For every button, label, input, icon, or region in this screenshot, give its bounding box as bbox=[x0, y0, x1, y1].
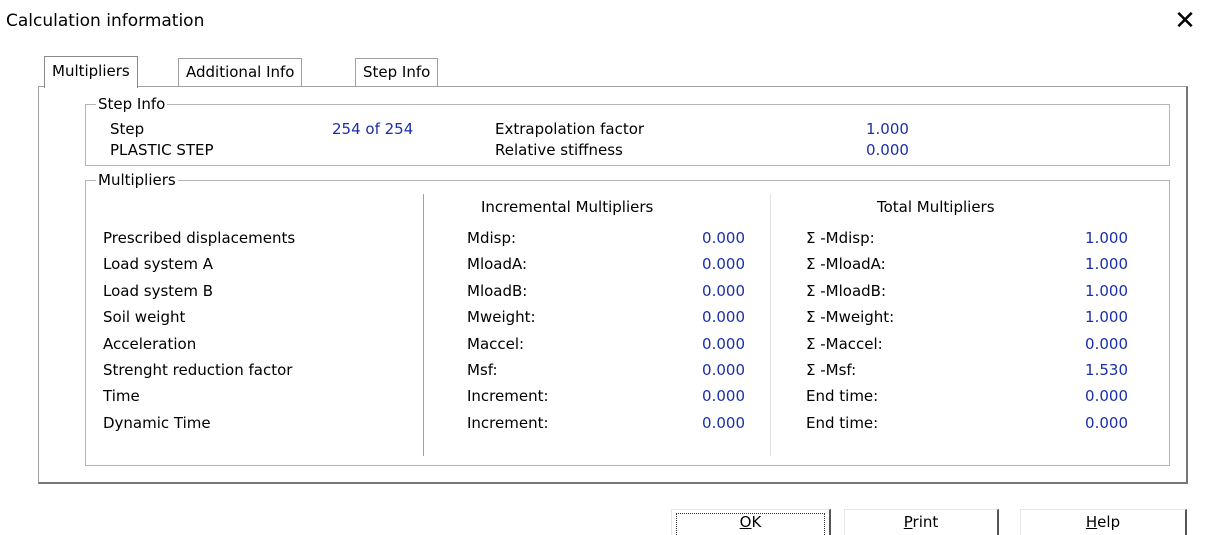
incremental-header: Incremental Multipliers bbox=[481, 198, 654, 216]
step-label: Step bbox=[110, 120, 145, 138]
step-value: 254 of 254 bbox=[332, 120, 414, 138]
total-value: 1.000 bbox=[1085, 229, 1128, 247]
incremental-name: Increment: bbox=[467, 387, 549, 405]
total-value: 0.000 bbox=[1085, 335, 1128, 353]
row-label: Acceleration bbox=[103, 335, 197, 353]
total-name: End time: bbox=[806, 387, 879, 405]
incremental-name: Mweight: bbox=[467, 308, 536, 326]
step-info-legend: Step Info bbox=[96, 95, 168, 113]
row-label: Time bbox=[103, 387, 140, 405]
incremental-name: Increment: bbox=[467, 414, 549, 432]
extrapolation-value: 1.000 bbox=[866, 120, 909, 138]
incremental-value: 0.000 bbox=[702, 361, 745, 379]
extrapolation-label: Extrapolation factor bbox=[495, 120, 645, 138]
window-title: Calculation information bbox=[6, 11, 205, 31]
help-label: elp bbox=[1097, 513, 1121, 531]
total-value: 1.000 bbox=[1085, 282, 1128, 300]
incremental-name: MloadA: bbox=[467, 255, 528, 273]
incremental-name: Mdisp: bbox=[467, 229, 517, 247]
incremental-value: 0.000 bbox=[702, 308, 745, 326]
incremental-value: 0.000 bbox=[702, 255, 745, 273]
stiffness-label: Relative stiffness bbox=[495, 141, 623, 159]
total-name: Σ -Mdisp: bbox=[806, 229, 875, 247]
row-label: Strenght reduction factor bbox=[103, 361, 293, 379]
incremental-value: 0.000 bbox=[702, 387, 745, 405]
total-value: 1.000 bbox=[1085, 255, 1128, 273]
total-value: 1.000 bbox=[1085, 308, 1128, 326]
row-label: Load system B bbox=[103, 282, 214, 300]
ok-button[interactable]: OK bbox=[671, 509, 831, 535]
incremental-value: 0.000 bbox=[702, 414, 745, 432]
total-name: End time: bbox=[806, 414, 879, 432]
row-label: Load system A bbox=[103, 255, 214, 273]
incremental-value: 0.000 bbox=[702, 282, 745, 300]
print-button[interactable]: Print bbox=[844, 509, 999, 535]
multipliers-group: Multipliers bbox=[85, 171, 1170, 466]
total-name: Σ -MloadB: bbox=[806, 282, 887, 300]
row-label: Soil weight bbox=[103, 308, 186, 326]
print-label: rint bbox=[912, 513, 939, 531]
row-label: Dynamic Time bbox=[103, 414, 211, 432]
incremental-name: Maccel: bbox=[467, 335, 525, 353]
total-name: Σ -Msf: bbox=[806, 361, 857, 379]
incremental-name: MloadB: bbox=[467, 282, 528, 300]
incremental-name: Msf: bbox=[467, 361, 498, 379]
column-divider-faint bbox=[770, 194, 771, 456]
print-mnemonic: P bbox=[903, 513, 913, 531]
total-value: 1.530 bbox=[1085, 361, 1128, 379]
incremental-value: 0.000 bbox=[702, 335, 745, 353]
help-button[interactable]: Help bbox=[1020, 509, 1187, 535]
total-name: Σ -Maccel: bbox=[806, 335, 883, 353]
tab-multipliers[interactable]: Multipliers bbox=[44, 56, 138, 88]
column-divider bbox=[423, 194, 424, 456]
total-value: 0.000 bbox=[1085, 414, 1128, 432]
stiffness-value: 0.000 bbox=[866, 141, 909, 159]
help-mnemonic: H bbox=[1085, 513, 1098, 531]
tab-step-info[interactable]: Step Info bbox=[355, 58, 439, 86]
total-name: Σ -Mweight: bbox=[806, 308, 895, 326]
tab-additional-info[interactable]: Additional Info bbox=[178, 58, 303, 86]
incremental-value: 0.000 bbox=[702, 229, 745, 247]
total-value: 0.000 bbox=[1085, 387, 1128, 405]
close-icon[interactable]: ✕ bbox=[1170, 6, 1200, 36]
plastic-step-label: PLASTIC STEP bbox=[110, 141, 214, 159]
total-header: Total Multipliers bbox=[877, 198, 995, 216]
total-name: Σ -MloadA: bbox=[806, 255, 886, 273]
multipliers-legend: Multipliers bbox=[96, 171, 178, 189]
row-label: Prescribed displacements bbox=[103, 229, 296, 247]
